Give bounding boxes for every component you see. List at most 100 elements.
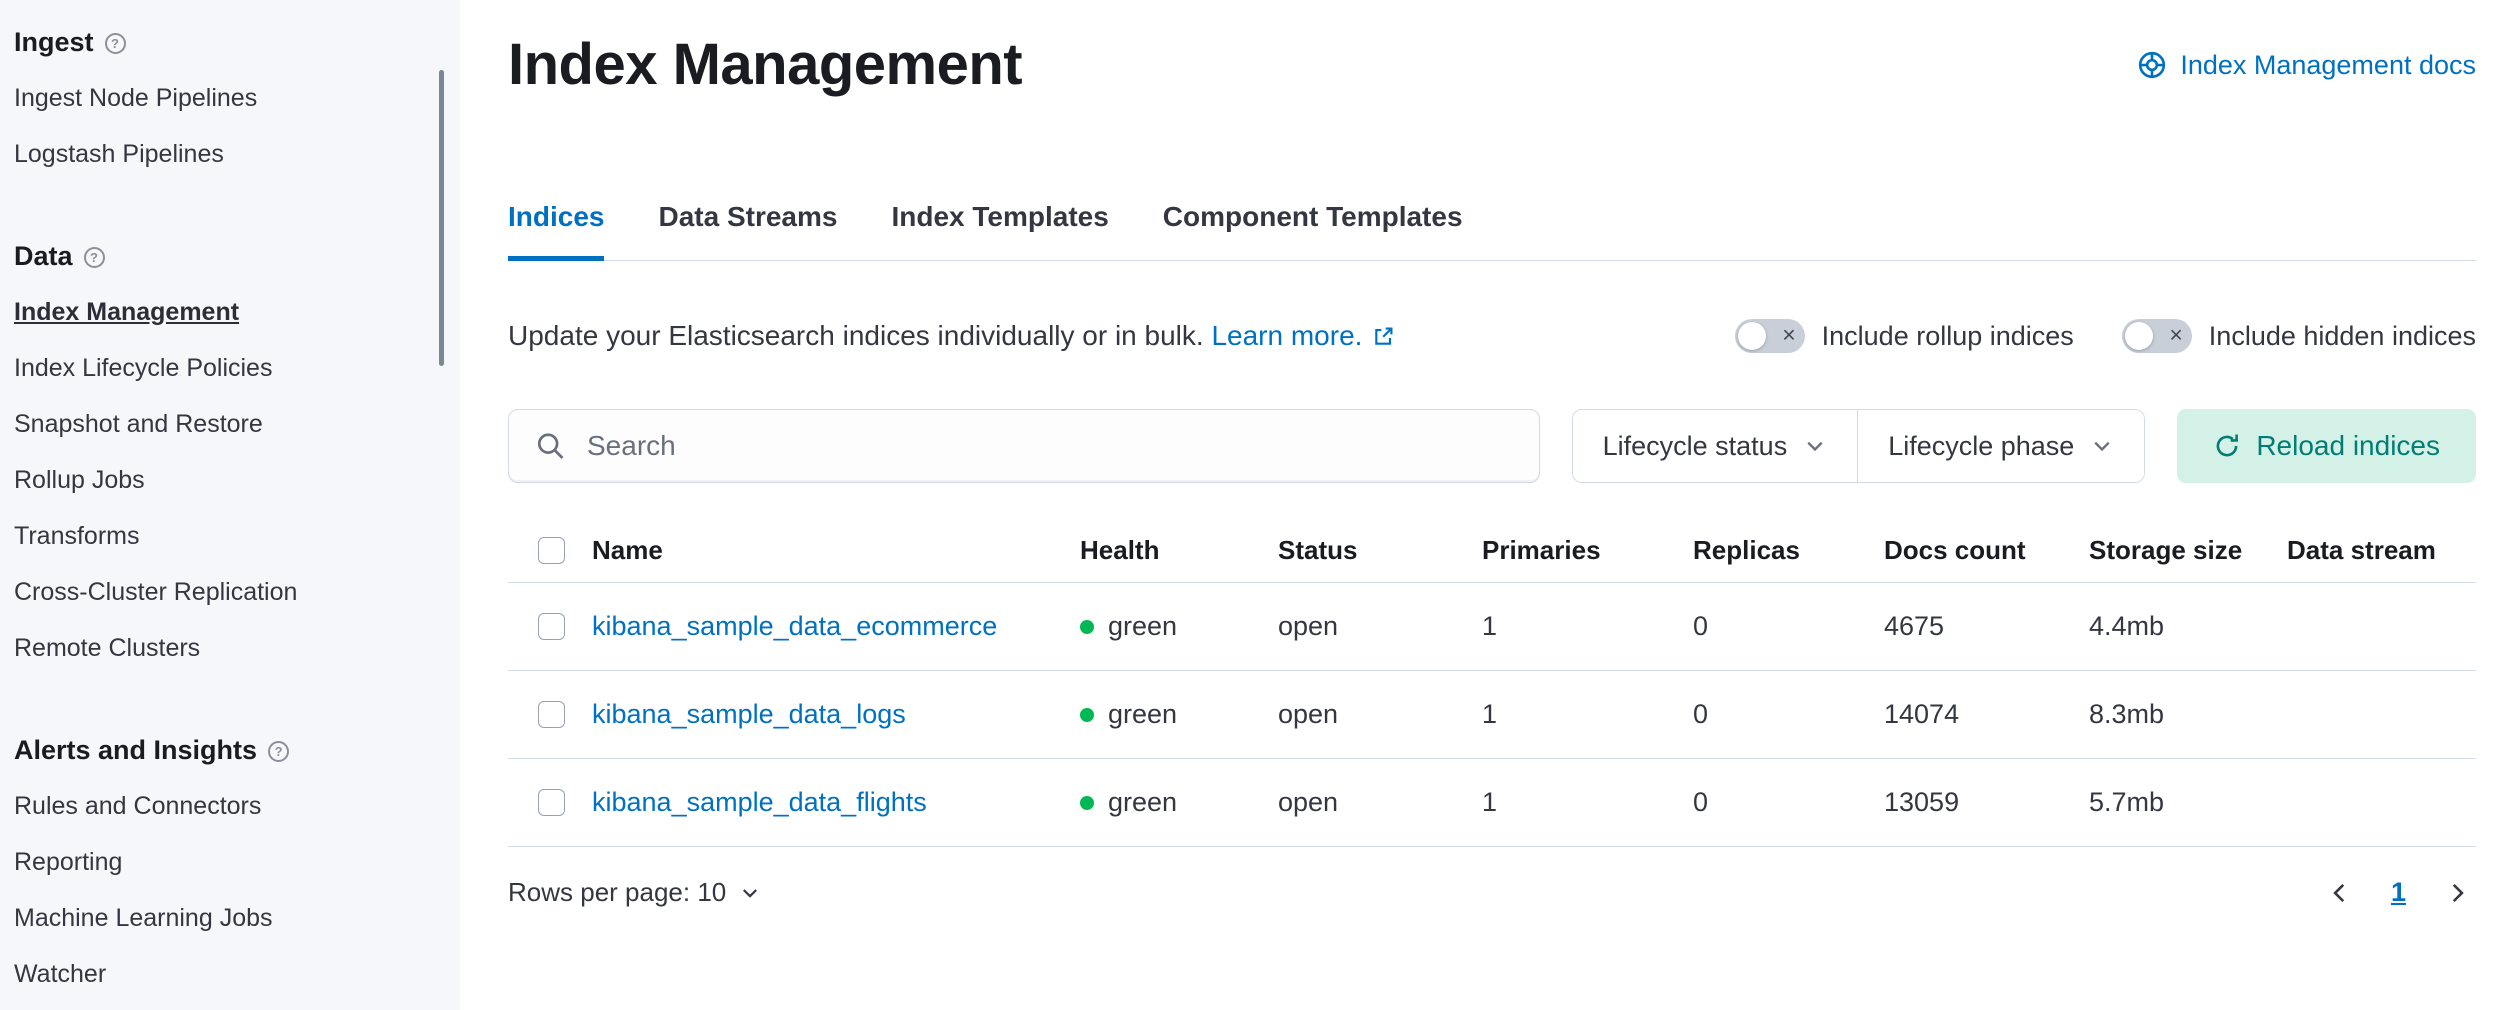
sidebar-item-snapshot-and-restore[interactable]: Snapshot and Restore (14, 396, 460, 452)
tab-data-streams[interactable]: Data Streams (658, 200, 837, 260)
learn-more-link[interactable]: Learn more. (1211, 320, 1395, 352)
question-in-circle-icon: ? (268, 741, 289, 762)
health-label: green (1108, 611, 1177, 642)
rows-per-page-button[interactable]: Rows per page: 10 (508, 877, 761, 908)
toggle-off-x-icon: × (1782, 324, 1795, 347)
sidebar-item-transforms[interactable]: Transforms (14, 508, 460, 564)
reload-indices-button[interactable]: Reload indices (2177, 409, 2476, 483)
lifecycle-status-label: Lifecycle status (1603, 431, 1788, 462)
sidebar-item-index-management[interactable]: Index Management (14, 284, 460, 340)
health-dot-icon (1080, 708, 1094, 722)
status-cell: open (1278, 699, 1482, 730)
include-hidden-indices-label[interactable]: Include hidden indices (2209, 321, 2476, 352)
include-hidden-indices-toggle[interactable]: × (2122, 319, 2192, 353)
next-page-icon[interactable] (2444, 880, 2470, 906)
docs-count-cell: 14074 (1884, 699, 2089, 730)
chevron-down-icon (2090, 434, 2114, 458)
nav-section-label: Ingest (14, 27, 94, 58)
rows-per-page-label: Rows per page: 10 (508, 877, 726, 908)
column-header-primaries: Primaries (1482, 535, 1693, 566)
tab-indices[interactable]: Indices (508, 200, 604, 260)
select-all-checkbox[interactable] (538, 537, 565, 564)
row-checkbox-cell (508, 789, 592, 816)
include-rollup-indices-label[interactable]: Include rollup indices (1822, 321, 2074, 352)
row-checkbox[interactable] (538, 789, 565, 816)
docs-count-cell: 13059 (1884, 787, 2089, 818)
column-header-health: Health (1080, 535, 1278, 566)
index-name-link[interactable]: kibana_sample_data_flights (592, 787, 927, 817)
sidebar-scrollbar[interactable] (439, 70, 444, 366)
sidebar-item-rollup-jobs[interactable]: Rollup Jobs (14, 452, 460, 508)
table-row: kibana_sample_data_flights green open 1 … (508, 759, 2476, 847)
include-rollup-indices-toggle[interactable]: × (1735, 319, 1805, 353)
sidebar-item-remote-clusters[interactable]: Remote Clusters (14, 620, 460, 676)
hidden-toggle-group: × Include hidden indices (2122, 319, 2476, 353)
sidebar-item-index-lifecycle-policies[interactable]: Index Lifecycle Policies (14, 340, 460, 396)
row-checkbox-cell (508, 701, 592, 728)
sidebar-item-cross-cluster-replication[interactable]: Cross-Cluster Replication (14, 564, 460, 620)
replicas-cell: 0 (1693, 787, 1884, 818)
sidebar-item-watcher[interactable]: Watcher (14, 946, 460, 1002)
row-checkbox[interactable] (538, 613, 565, 640)
sidebar: Ingest ? Ingest Node Pipelines Logstash … (0, 0, 460, 1010)
health-dot-icon (1080, 796, 1094, 810)
column-header-data-stream: Data stream (2287, 535, 2476, 566)
toggle-knob (1738, 322, 1766, 350)
lifecycle-phase-filter-button[interactable]: Lifecycle phase (1857, 410, 2144, 482)
reload-indices-label: Reload indices (2256, 430, 2440, 462)
previous-page-icon[interactable] (2327, 880, 2353, 906)
health-label: green (1108, 787, 1177, 818)
sidebar-item-reporting[interactable]: Reporting (14, 834, 460, 890)
index-name-link[interactable]: kibana_sample_data_logs (592, 699, 906, 729)
sidebar-item-machine-learning-jobs[interactable]: Machine Learning Jobs (14, 890, 460, 946)
chevron-down-icon (1803, 434, 1827, 458)
sidebar-item-rules-and-connectors[interactable]: Rules and Connectors (14, 778, 460, 834)
intro-sentence: Update your Elasticsearch indices indivi… (508, 320, 1204, 351)
table-footer: Rows per page: 10 1 (508, 877, 2476, 908)
tab-component-templates[interactable]: Component Templates (1163, 200, 1463, 260)
app-root: Ingest ? Ingest Node Pipelines Logstash … (0, 0, 2504, 1010)
search-input[interactable] (509, 410, 1539, 482)
replicas-cell: 0 (1693, 699, 1884, 730)
intro-text: Update your Elasticsearch indices indivi… (508, 320, 1395, 352)
nav-section-label: Data (14, 241, 73, 272)
row-checkbox[interactable] (538, 701, 565, 728)
nav-section-label: Alerts and Insights (14, 735, 257, 766)
column-header-docs-count: Docs count (1884, 535, 2089, 566)
health-dot-icon (1080, 620, 1094, 634)
external-link-icon (1372, 325, 1395, 348)
docs-link[interactable]: Index Management docs (2137, 50, 2476, 81)
nav-section-data: Data ? Index Management Index Lifecycle … (14, 228, 460, 676)
learn-more-label: Learn more. (1211, 320, 1362, 352)
rollup-toggle-group: × Include rollup indices (1735, 319, 2074, 353)
page-number-1[interactable]: 1 (2391, 877, 2406, 908)
sidebar-item-logstash-pipelines[interactable]: Logstash Pipelines (14, 126, 460, 182)
title-row: Index Management Index Management docs (508, 30, 2476, 100)
sidebar-item-ingest-node-pipelines[interactable]: Ingest Node Pipelines (14, 70, 460, 126)
row-checkbox-cell (508, 613, 592, 640)
index-name-link[interactable]: kibana_sample_data_ecommerce (592, 611, 997, 641)
page-title: Index Management (508, 30, 1022, 100)
search-box (508, 409, 1540, 483)
replicas-cell: 0 (1693, 611, 1884, 642)
storage-size-cell: 8.3mb (2089, 699, 2287, 730)
docs-count-cell: 4675 (1884, 611, 2089, 642)
storage-size-cell: 5.7mb (2089, 787, 2287, 818)
status-cell: open (1278, 611, 1482, 642)
health-label: green (1108, 699, 1177, 730)
nav-section-title-data: Data ? (14, 228, 460, 284)
indices-table: Name Health Status Primaries Replicas Do… (508, 519, 2476, 847)
tab-index-templates[interactable]: Index Templates (891, 200, 1108, 260)
search-icon (535, 431, 566, 462)
main-content: Index Management Index Management docs I… (460, 0, 2504, 1010)
nav-section-title-alerts-and-insights: Alerts and Insights ? (14, 722, 460, 778)
lifecycle-status-filter-button[interactable]: Lifecycle status (1573, 410, 1858, 482)
documentation-icon (2137, 50, 2167, 80)
health-cell: green (1080, 787, 1278, 818)
table-header-row: Name Health Status Primaries Replicas Do… (508, 519, 2476, 583)
column-header-storage-size: Storage size (2089, 535, 2287, 566)
controls-row: Lifecycle status Lifecycle phase (508, 409, 2476, 483)
tabs: Indices Data Streams Index Templates Com… (508, 200, 2476, 261)
primaries-cell: 1 (1482, 787, 1693, 818)
nav-section-alerts-and-insights: Alerts and Insights ? Rules and Connecto… (14, 722, 460, 1002)
